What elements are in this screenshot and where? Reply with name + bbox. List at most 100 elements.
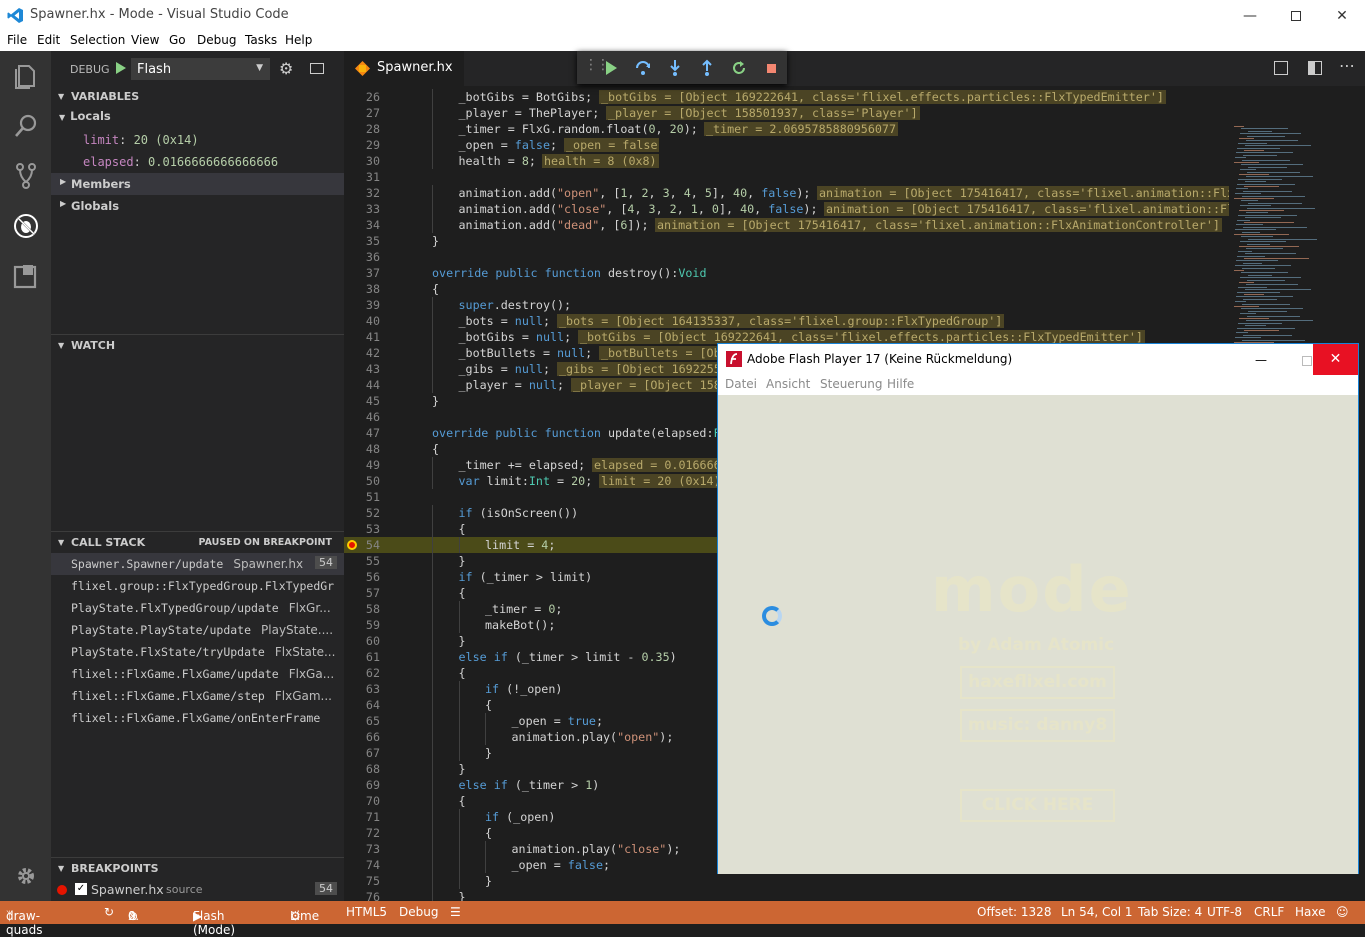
members-scope[interactable]: ▶ Members (51, 173, 344, 195)
debug-console-icon[interactable] (310, 63, 324, 74)
source-control-icon[interactable] (11, 161, 41, 191)
variable-row[interactable]: elapsed: 0.0166666666666666 (83, 155, 278, 169)
watch-section-header[interactable]: ▼ WATCH (51, 334, 344, 356)
variable-row[interactable]: limit: 20 (0x14) (83, 133, 199, 147)
breakpoints-section-header[interactable]: ▼ BREAKPOINTS (51, 857, 344, 879)
menu-file[interactable]: File (7, 33, 27, 47)
close-button[interactable]: ✕ (1319, 0, 1365, 31)
code-line[interactable]: 26 _botGibs = BotGibs; _botGibs = [Object … (344, 89, 1229, 105)
settings-gear-icon[interactable] (11, 861, 41, 891)
offset-item[interactable]: Offset: 1328 (977, 905, 1051, 919)
language-item[interactable]: Haxe (1295, 905, 1326, 919)
code-line[interactable]: 40 _bots = null; _bots = [Object 164135337… (344, 313, 1229, 329)
flash-player-icon (726, 351, 742, 367)
flash-close-button[interactable]: ✕ (1313, 344, 1358, 375)
click-here-button[interactable]: CLICK HERE (960, 789, 1115, 822)
breakpoint-current-icon[interactable] (347, 540, 357, 550)
menu-tasks[interactable]: Tasks (245, 33, 277, 47)
flash-menu-datei[interactable]: Datei (725, 377, 757, 391)
tab-spawner[interactable]: Spawner.hx (344, 51, 464, 86)
step-over-icon[interactable] (634, 59, 652, 77)
code-line[interactable]: 29 _open = false; _open = false (344, 137, 1229, 153)
debug-icon[interactable] (11, 211, 41, 241)
cursor-position-item[interactable]: Ln 54, Col 1 (1061, 905, 1133, 919)
stop-icon[interactable] (762, 59, 780, 77)
flash-minimize-button[interactable]: — (1238, 346, 1284, 375)
code-line[interactable]: 33 animation.add("close", [4, 3, 2, 1, 0]… (344, 201, 1229, 217)
continue-icon[interactable] (602, 59, 620, 77)
minimap-line (1241, 128, 1288, 130)
call-stack-frame[interactable]: PlayState.FlxTypedGroup/update FlxGr... (51, 597, 344, 619)
call-stack-frame[interactable]: flixel::FlxGame.FlxGame/step FlxGam... (51, 685, 344, 707)
debug-toolbar: DEBUG Flash ▼ ⚙ (51, 51, 344, 86)
list-icon[interactable]: ☰ (450, 905, 461, 919)
line-number: 41 (365, 330, 380, 344)
code-line[interactable]: 39 super.destroy(); (344, 297, 1229, 313)
menu-selection[interactable]: Selection (70, 33, 125, 47)
music-link[interactable]: music: danny8 (960, 709, 1115, 742)
inline-value-hint: limit = 20 (0x14) (599, 474, 723, 488)
call-stack-frame[interactable]: PlayState.PlayState/update PlayState.... (51, 619, 344, 641)
checkbox-icon[interactable]: ✓ (75, 883, 87, 895)
sync-icon[interactable]: ↻ (104, 905, 114, 919)
eol-item[interactable]: CRLF (1254, 905, 1284, 919)
code-line[interactable]: 75} (344, 873, 1229, 889)
code-line[interactable]: 34 animation.add("dead", [6]); animation =… (344, 217, 1229, 233)
call-stack-frame[interactable]: flixel::FlxGame.FlxGame/update FlxGa... (51, 663, 344, 685)
minimap-line (1236, 224, 1263, 226)
haxeflixel-link[interactable]: haxeflixel.com (960, 666, 1115, 699)
code-line[interactable]: 27 _player = ThePlayer; _player = [Object … (344, 105, 1229, 121)
build-config-item[interactable]: Debug (399, 905, 438, 919)
indent-guide (432, 377, 433, 393)
tab-size-item[interactable]: Tab Size: 4 (1138, 905, 1202, 919)
breakpoint-item[interactable]: ✓ Spawner.hx source 54 (51, 879, 344, 901)
call-stack-frame[interactable]: flixel.group::FlxTypedGroup.FlxTypedGr (51, 575, 344, 597)
extensions-icon[interactable] (11, 261, 41, 291)
call-stack-frame[interactable]: flixel::FlxGame.FlxGame/onEnterFrame (51, 707, 344, 729)
code-line[interactable]: 38 { (344, 281, 1229, 297)
code-line[interactable]: 30 health = 8; health = 8 (0x8) (344, 153, 1229, 169)
variables-section-header[interactable]: ▼ VARIABLES (51, 86, 344, 108)
search-icon[interactable] (11, 111, 41, 141)
gear-icon[interactable]: ⚙ (279, 59, 293, 78)
explorer-icon[interactable] (11, 61, 41, 91)
step-out-icon[interactable] (698, 59, 716, 77)
code-line[interactable]: 31 (344, 169, 1229, 185)
call-stack-frame[interactable]: Spawner.Spawner/update Spawner.hx 54 (51, 553, 344, 575)
maximize-button[interactable] (1273, 0, 1319, 31)
flash-menu-hilfe[interactable]: Hilfe (887, 377, 914, 391)
step-into-icon[interactable] (666, 59, 684, 77)
code-line[interactable]: 37 override public function destroy():Voi… (344, 265, 1229, 281)
flash-stage[interactable]: mode by Adam Atomic haxeflixel.com music… (718, 395, 1358, 874)
menu-view[interactable]: View (131, 33, 159, 47)
code-line[interactable]: 76} (344, 889, 1229, 901)
code-line[interactable]: 35} (344, 233, 1229, 249)
start-debug-icon[interactable] (115, 61, 127, 75)
launch-config-select[interactable]: Flash ▼ (131, 58, 270, 80)
flash-menu-steuerung[interactable]: Steuerung (820, 377, 882, 391)
minimap-line (1234, 198, 1274, 199)
more-actions-icon[interactable]: ⋯ (1339, 56, 1355, 75)
code-line[interactable]: 28 _timer = FlxG.random.float(0, 20); _tim… (344, 121, 1229, 137)
code-line[interactable]: 36 (344, 249, 1229, 265)
target-item[interactable]: HTML5 (346, 905, 387, 919)
call-stack-section-header[interactable]: ▼ CALL STACK PAUSED ON BREAKPOINT (51, 531, 344, 553)
minimap-line (1241, 200, 1258, 202)
menu-debug[interactable]: Debug (197, 33, 236, 47)
code-line[interactable]: 32 animation.add("open", [1, 2, 3, 4, 5],… (344, 185, 1229, 201)
feedback-icon[interactable]: ☺ (1336, 905, 1349, 919)
menu-edit[interactable]: Edit (37, 33, 60, 47)
split-editor-icon[interactable] (1308, 61, 1322, 75)
open-changes-icon[interactable] (1274, 61, 1288, 75)
minimize-button[interactable]: — (1227, 0, 1273, 31)
code-text: animation.add("close", [4, 3, 2, 1, 0], … (458, 202, 818, 216)
indent-guide (432, 777, 433, 793)
encoding-item[interactable]: UTF-8 (1207, 905, 1242, 919)
locals-scope[interactable]: ▼ Locals (59, 109, 111, 123)
restart-icon[interactable] (730, 59, 748, 77)
menu-help[interactable]: Help (285, 33, 312, 47)
globals-scope[interactable]: ▶ Globals (51, 195, 344, 217)
call-stack-frame[interactable]: PlayState.FlxState/tryUpdate FlxState... (51, 641, 344, 663)
menu-go[interactable]: Go (169, 33, 186, 47)
flash-menu-ansicht[interactable]: Ansicht (766, 377, 810, 391)
